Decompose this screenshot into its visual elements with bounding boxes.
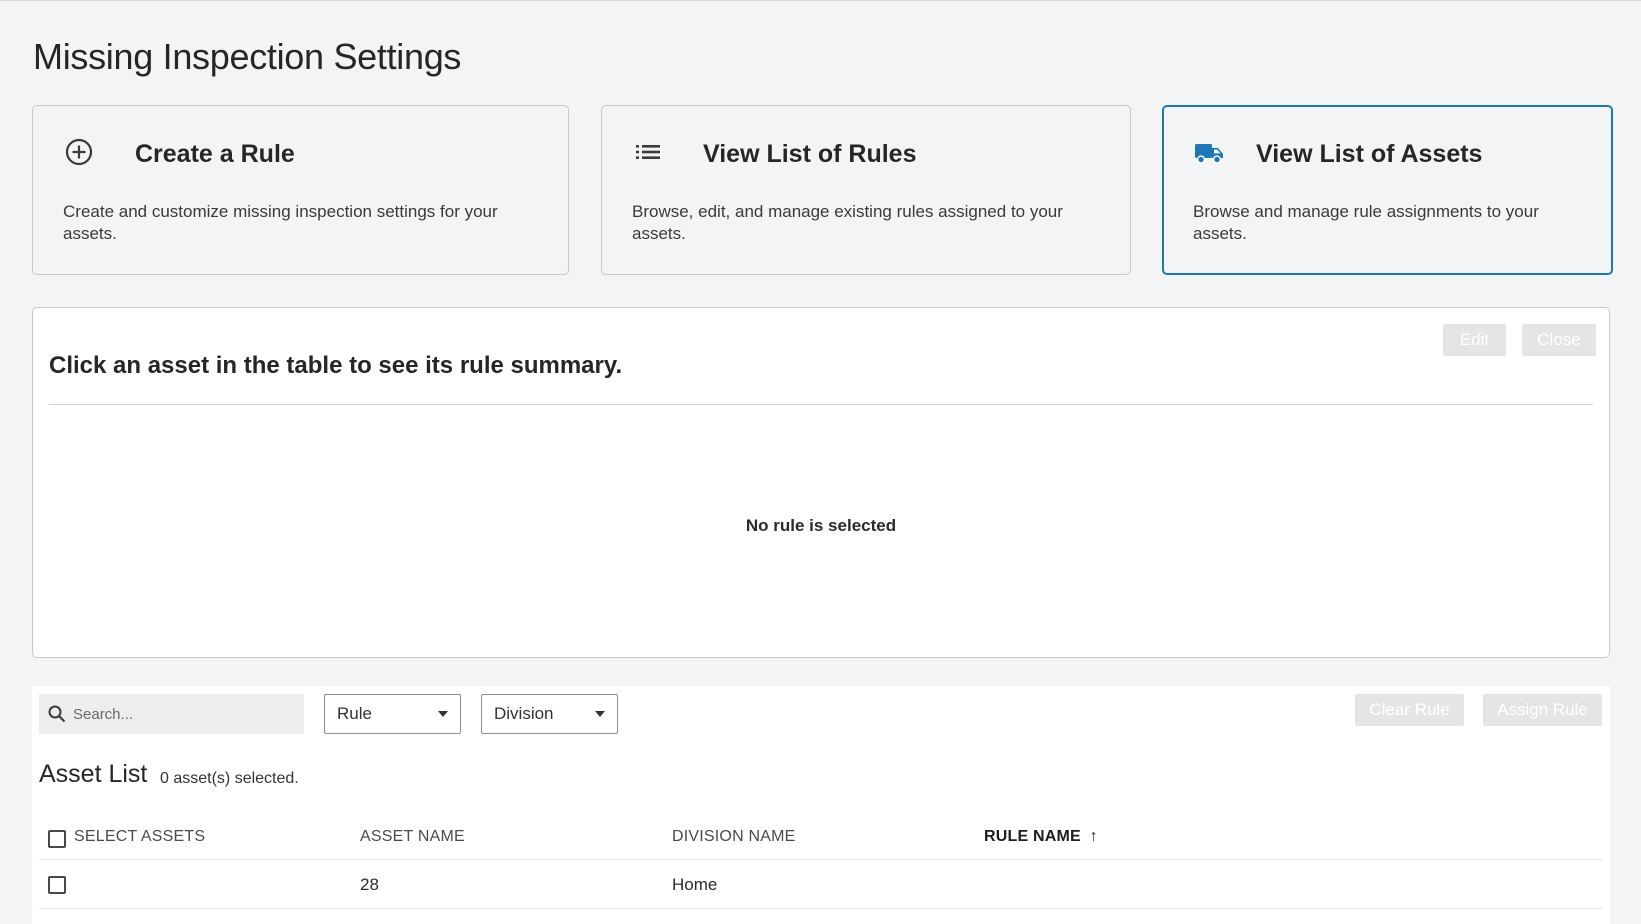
- search-box: [39, 694, 304, 734]
- table-header: SELECT ASSETS ASSET NAME DIVISION NAME R…: [39, 816, 1602, 860]
- assign-rule-button[interactable]: Assign Rule: [1483, 694, 1602, 726]
- rule-filter-label: Rule: [337, 704, 372, 723]
- close-button[interactable]: Close: [1522, 324, 1596, 356]
- rule-summary-panel: Click an asset in the table to see its r…: [32, 307, 1610, 658]
- column-header-rule-name-label: RULE NAME: [984, 828, 1081, 845]
- search-input[interactable]: [73, 705, 293, 723]
- summary-heading: Click an asset in the table to see its r…: [49, 352, 623, 379]
- view-assets-card[interactable]: View List of Assets Browse and manage ru…: [1162, 105, 1613, 275]
- division-filter-dropdown[interactable]: Division: [481, 694, 618, 734]
- column-header-select: SELECT ASSETS: [74, 828, 206, 845]
- card-description: Browse, edit, and manage existing rules …: [632, 202, 1063, 243]
- card-title: Create a Rule: [135, 140, 295, 168]
- page-title: Missing Inspection Settings: [33, 36, 462, 77]
- add-circle-icon: [65, 138, 93, 166]
- card-description: Create and customize missing inspection …: [63, 202, 498, 243]
- create-rule-card[interactable]: Create a Rule Create and customize missi…: [32, 105, 569, 275]
- top-border: [0, 0, 1641, 1]
- selection-count: 0 asset(s) selected.: [160, 770, 299, 787]
- row-checkbox[interactable]: [48, 876, 66, 894]
- empty-state-text: No rule is selected: [745, 516, 897, 535]
- table-row[interactable]: 28 Home: [39, 861, 1602, 909]
- asset-name-cell: 28: [360, 875, 379, 894]
- clear-rule-button[interactable]: Clear Rule: [1355, 694, 1464, 726]
- column-header-rule-name[interactable]: RULE NAME ↑: [984, 828, 1098, 846]
- column-header-division-name[interactable]: DIVISION NAME: [672, 828, 796, 846]
- rule-filter-dropdown[interactable]: Rule: [324, 694, 461, 734]
- division-name-cell: Home: [672, 875, 718, 894]
- truck-icon: [1195, 144, 1223, 164]
- card-title: View List of Rules: [703, 140, 917, 168]
- card-title: View List of Assets: [1256, 140, 1483, 168]
- view-rules-card[interactable]: View List of Rules Browse, edit, and man…: [601, 105, 1131, 275]
- asset-list-panel: Rule Division Clear Rule Assign Rule Ass…: [32, 686, 1610, 924]
- division-filter-label: Division: [494, 704, 554, 723]
- divider: [49, 404, 1593, 405]
- asset-list-title: Asset List: [39, 760, 148, 788]
- column-header-asset-name[interactable]: ASSET NAME: [360, 828, 465, 846]
- search-icon: [48, 705, 66, 723]
- sort-ascending-icon: ↑: [1089, 828, 1098, 845]
- card-description: Browse and manage rule assignments to yo…: [1193, 202, 1539, 243]
- list-icon: [636, 145, 660, 159]
- chevron-down-icon: [438, 711, 448, 717]
- chevron-down-icon: [595, 711, 605, 717]
- edit-button[interactable]: Edit: [1443, 324, 1506, 356]
- select-all-checkbox[interactable]: [48, 830, 66, 848]
